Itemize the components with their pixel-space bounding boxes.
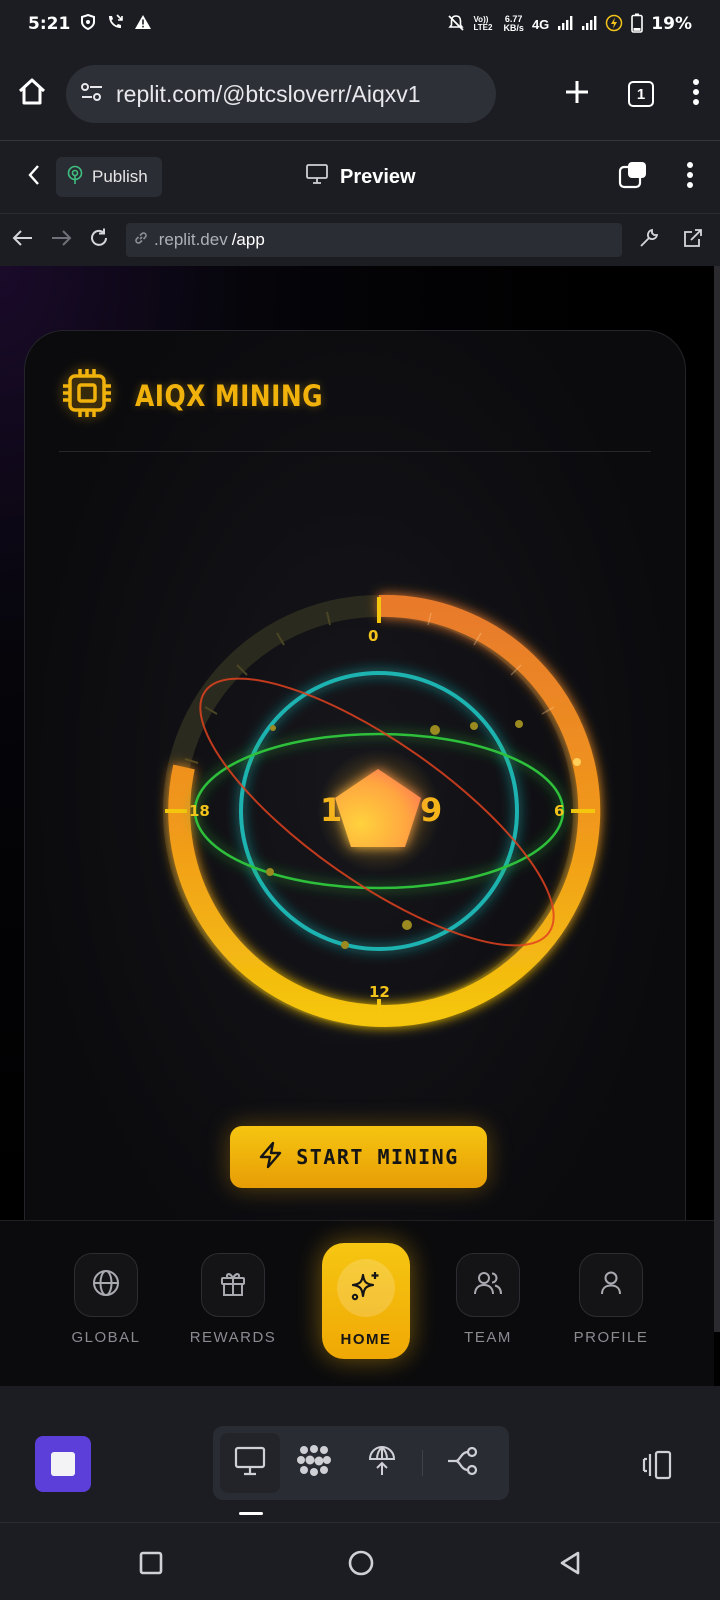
mining-card: AIQX MINING 1 9 0 6 12 18 START MINING	[24, 330, 686, 1330]
nav-team-label: TEAM	[464, 1329, 512, 1346]
users-icon	[473, 1268, 503, 1303]
battery-saver-icon	[605, 14, 623, 35]
tab-switcher-button[interactable]: 1	[628, 81, 654, 107]
browser-menu-icon[interactable]	[692, 78, 700, 110]
nav-rewards-label: REWARDS	[189, 1329, 277, 1346]
globe-icon	[91, 1268, 121, 1303]
missed-call-icon	[106, 13, 124, 35]
app-viewport: AIQX MINING 1 9 0 6 12 18 START MINING G…	[0, 266, 714, 1386]
stop-button[interactable]	[35, 1436, 91, 1492]
nav-rewards-button[interactable]	[201, 1253, 265, 1317]
deploy-icon	[367, 1445, 397, 1482]
url-domain: .replit.dev	[154, 230, 228, 249]
card-header: AIQX MINING	[61, 367, 354, 424]
home-icon[interactable]	[16, 76, 48, 113]
core-digits-right: 9	[420, 791, 442, 829]
address-url[interactable]: replit.com/@btcsloverr/Aiqxv1	[116, 81, 421, 108]
orbit-label-right: 6	[554, 802, 565, 820]
nav-global-label: GLOBAL	[71, 1329, 141, 1346]
status-bar: 5:21 Vo)) LTE2 6.77 KB/s 4G 19%	[0, 0, 720, 48]
git-tool-button[interactable]	[429, 1426, 497, 1500]
mining-orbit: 1 9 0 6 12 18	[137, 567, 617, 1047]
devtools-wrench-icon[interactable]	[638, 227, 660, 254]
monitor-tool-icon	[234, 1446, 266, 1481]
sparkles-icon	[349, 1269, 383, 1308]
webview-url-field[interactable]: .replit.dev/app	[126, 223, 622, 257]
signal-icon-2	[581, 15, 597, 34]
webview-bar: .replit.dev/app	[0, 214, 720, 266]
multitab-icon[interactable]	[618, 161, 648, 194]
orbit-label-left: 18	[189, 802, 210, 820]
nav-forward-icon[interactable]	[50, 229, 72, 252]
address-bar[interactable]: replit.com/@btcsloverr/Aiqxv1	[66, 65, 496, 123]
nav-global-button[interactable]	[74, 1253, 138, 1317]
preview-title: Preview	[306, 164, 416, 190]
start-mining-label: START MINING	[296, 1145, 459, 1169]
agent-icon	[296, 1444, 332, 1483]
start-mining-button[interactable]: START MINING	[230, 1126, 487, 1188]
battery-percent: 19%	[651, 14, 692, 34]
git-branch-icon	[446, 1446, 480, 1481]
network-speed: 6.77 KB/s	[503, 15, 524, 33]
back-chevron-icon[interactable]	[26, 163, 42, 192]
monitor-icon	[306, 164, 328, 190]
active-tool-indicator	[239, 1512, 263, 1515]
deploy-tool-button[interactable]	[348, 1426, 416, 1500]
nav-profile[interactable]: PROFILE	[561, 1253, 661, 1346]
publish-button[interactable]: Publish	[56, 157, 162, 197]
volte-label: Vo)) LTE2	[473, 15, 493, 32]
publish-icon	[66, 165, 84, 190]
replit-header: Publish Preview	[0, 140, 720, 214]
site-settings-icon[interactable]	[80, 82, 104, 107]
orbit-label-bottom: 12	[369, 983, 390, 1001]
nav-home[interactable]: HOME	[322, 1243, 410, 1359]
back-triangle-icon[interactable]	[558, 1550, 582, 1581]
status-time: 5:21	[28, 14, 71, 34]
user-icon	[596, 1268, 626, 1303]
preview-label: Preview	[340, 165, 416, 188]
gift-icon	[218, 1268, 248, 1303]
app-bottom-nav: GLOBAL REWARDS HOME TEAM PROFILE	[0, 1220, 714, 1386]
warning-icon	[134, 14, 152, 35]
preview-tool-button[interactable]	[220, 1433, 280, 1493]
publish-label: Publish	[92, 167, 148, 186]
browser-toolbar: replit.com/@btcsloverr/Aiqxv1 1	[0, 48, 720, 140]
home-circle-icon[interactable]	[348, 1550, 374, 1581]
shield-notification-icon	[80, 13, 96, 35]
orbit-label-top: 0	[368, 627, 379, 645]
recents-square-icon[interactable]	[139, 1551, 163, 1580]
nav-rewards[interactable]: REWARDS	[183, 1253, 283, 1346]
app-scrollbar[interactable]	[714, 266, 720, 1332]
nav-team-button[interactable]	[456, 1253, 520, 1317]
nav-profile-label: PROFILE	[573, 1329, 649, 1346]
new-tab-icon[interactable]	[564, 79, 590, 110]
network-type: 4G	[531, 16, 550, 32]
nav-home-label: HOME	[340, 1331, 392, 1348]
stop-icon	[51, 1452, 75, 1476]
header-divider	[59, 451, 651, 452]
nav-profile-button[interactable]	[579, 1253, 643, 1317]
nav-home-button[interactable]	[337, 1259, 395, 1317]
replit-tool-group	[213, 1426, 509, 1500]
cpu-chip-icon	[61, 367, 113, 424]
nav-back-icon[interactable]	[12, 229, 34, 252]
battery-icon	[631, 13, 644, 36]
nav-team[interactable]: TEAM	[438, 1253, 538, 1346]
replit-menu-icon[interactable]	[686, 161, 694, 193]
tool-separator	[422, 1450, 423, 1476]
panel-toggle-icon[interactable]	[640, 1450, 674, 1485]
reload-icon[interactable]	[88, 227, 110, 254]
agent-tool-button[interactable]	[280, 1426, 348, 1500]
lightning-icon	[258, 1141, 284, 1174]
replit-toolbar	[0, 1386, 720, 1522]
android-navigation-bar	[0, 1522, 720, 1600]
mute-icon	[447, 14, 465, 35]
nav-global[interactable]: GLOBAL	[56, 1253, 156, 1346]
link-icon	[132, 229, 150, 252]
speed-unit: KB/s	[503, 23, 524, 33]
app-title: AIQX MINING	[135, 378, 324, 413]
open-external-icon[interactable]	[682, 227, 704, 254]
url-path: /app	[231, 230, 265, 249]
signal-icon-1	[557, 15, 573, 34]
